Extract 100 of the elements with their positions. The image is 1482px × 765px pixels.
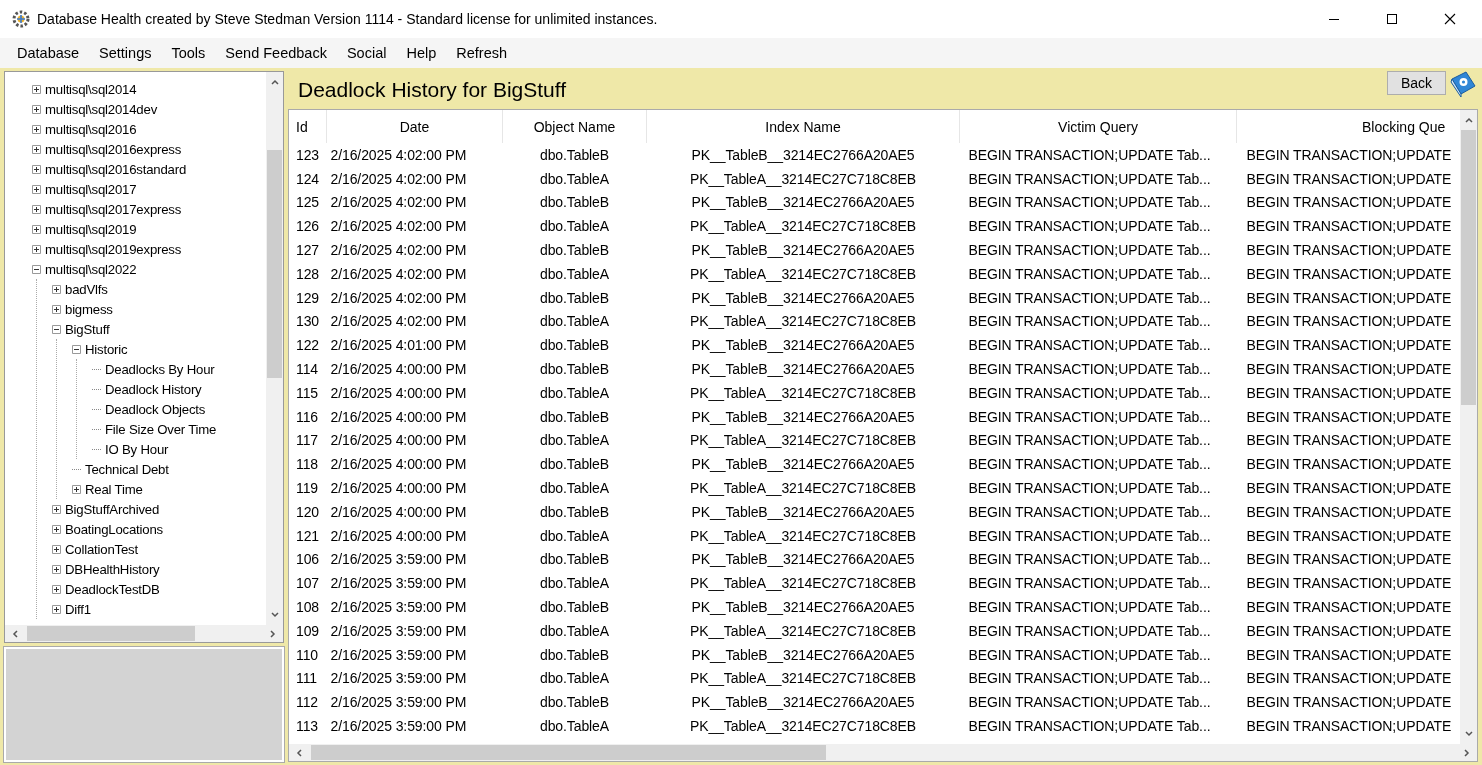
tree-item[interactable]: badVlfs: [65, 281, 108, 297]
tree-item[interactable]: Deadlock History: [105, 381, 202, 397]
menu-item[interactable]: Send Feedback: [217, 45, 335, 61]
scrollbar-thumb[interactable]: [311, 745, 826, 760]
expand-icon[interactable]: [32, 164, 41, 174]
expand-icon[interactable]: [52, 584, 61, 594]
tree-item[interactable]: BigStuff: [65, 321, 110, 337]
table-cell-text: dbo.TableB: [538, 360, 611, 380]
menu-item[interactable]: Settings: [91, 45, 160, 61]
table-cell-text: 2/16/2025 4:00:00 PM: [329, 383, 468, 403]
tree-item[interactable]: CollationTest: [65, 541, 138, 557]
table-cell-text: BEGIN TRANSACTION;UPDATE Tab...: [967, 526, 1212, 546]
help-book-icon[interactable]: [1448, 70, 1478, 100]
tree-item[interactable]: BigStuffArchived: [65, 501, 160, 517]
tree-item[interactable]: multisql\sql2014dev: [45, 101, 158, 117]
expand-icon[interactable]: [32, 184, 41, 194]
collapse-icon[interactable]: [52, 324, 61, 334]
tree-item[interactable]: multisql\sql2017: [45, 181, 137, 197]
table-cell-text: BEGIN TRANSACTION;UPDATE: [1245, 241, 1453, 261]
tree-item[interactable]: Deadlocks By Hour: [105, 361, 215, 377]
table-cell-text: BEGIN TRANSACTION;UPDATE: [1245, 550, 1453, 570]
table-cell-text: 113: [295, 717, 320, 736]
column-header[interactable]: Victim Query: [959, 110, 1237, 143]
tree-item[interactable]: DeadlockTestDB: [65, 581, 160, 597]
menu-item[interactable]: Database: [9, 45, 88, 61]
expand-icon[interactable]: [32, 204, 41, 214]
scroll-up-icon[interactable]: [269, 77, 280, 87]
menu-item[interactable]: Refresh: [448, 45, 516, 61]
table-cell-text: BEGIN TRANSACTION;UPDATE Tab...: [967, 312, 1212, 332]
column-header[interactable]: Id: [289, 110, 327, 143]
scroll-left-icon[interactable]: [10, 628, 20, 639]
table-cell-text: PK__TableA__3214EC27C718C8EB: [688, 264, 917, 284]
scroll-right-icon[interactable]: [268, 628, 278, 639]
tree-item[interactable]: Real Time: [85, 481, 143, 497]
scroll-left-icon[interactable]: [294, 747, 304, 758]
expand-icon[interactable]: [52, 304, 61, 314]
expand-icon[interactable]: [72, 484, 81, 494]
table-cell-text: 2/16/2025 4:02:00 PM: [329, 288, 468, 308]
expand-icon[interactable]: [32, 124, 41, 134]
tree-item[interactable]: multisql\sql2019express: [45, 241, 182, 257]
tree-item[interactable]: Diff1: [65, 601, 91, 617]
tree-item[interactable]: Deadlock Objects: [105, 401, 206, 417]
tree-item[interactable]: multisql\sql2016: [45, 121, 137, 137]
expand-icon[interactable]: [52, 524, 61, 534]
expand-icon[interactable]: [52, 544, 61, 554]
tree-item[interactable]: DBHealthHistory: [65, 561, 160, 577]
close-icon[interactable]: [1444, 13, 1456, 25]
scroll-down-icon[interactable]: [1463, 729, 1474, 739]
table-cell-text: 2/16/2025 4:00:00 PM: [329, 502, 468, 522]
tree-item[interactable]: multisql\sql2019: [45, 221, 137, 237]
tree-item[interactable]: Technical Debt: [85, 461, 169, 477]
column-header[interactable]: Date: [326, 110, 503, 143]
back-button[interactable]: Back: [1386, 71, 1446, 95]
scroll-right-icon[interactable]: [1462, 747, 1472, 758]
table-cell-text: dbo.TableB: [538, 550, 611, 570]
table-cell-text: PK__TableB__3214EC2766A20AE5: [690, 645, 916, 665]
maximize-icon[interactable]: [1386, 13, 1398, 25]
vertical-scrollbar[interactable]: [266, 72, 283, 625]
table-cell: BEGIN TRANSACTION;UPDATE: [1236, 143, 1460, 167]
horizontal-scrollbar[interactable]: [5, 625, 283, 642]
scrollbar-thumb[interactable]: [1461, 130, 1476, 405]
expand-icon[interactable]: [52, 604, 61, 614]
tree-item[interactable]: BoatingLocations: [65, 521, 163, 537]
tree-item[interactable]: Historic: [85, 341, 128, 357]
menu-item[interactable]: Social: [338, 45, 395, 61]
table-cell-text: BEGIN TRANSACTION;UPDATE: [1245, 193, 1453, 213]
menu-item[interactable]: Tools: [163, 45, 214, 61]
table-cell-text: 116: [295, 407, 320, 427]
expand-icon[interactable]: [32, 84, 41, 94]
expand-icon[interactable]: [32, 144, 41, 154]
tree-item[interactable]: multisql\sql2016express: [45, 141, 182, 157]
table-cell-text: 2/16/2025 3:59:00 PM: [329, 669, 468, 689]
tree-item[interactable]: multisql\sql2017express: [45, 201, 182, 217]
tree-item[interactable]: multisql\sql2014: [45, 81, 137, 97]
scroll-down-icon[interactable]: [269, 610, 280, 620]
table-cell-text: BEGIN TRANSACTION;UPDATE: [1245, 455, 1453, 475]
vertical-scrollbar[interactable]: [1460, 110, 1477, 744]
column-header[interactable]: Index Name: [646, 110, 960, 143]
expand-icon[interactable]: [32, 104, 41, 114]
expand-icon[interactable]: [52, 284, 61, 294]
table-cell: dbo.TableB: [502, 143, 647, 167]
column-header[interactable]: Object Name: [502, 110, 647, 143]
tree-item[interactable]: IO By Hour: [105, 441, 169, 457]
expand-icon[interactable]: [52, 504, 61, 514]
tree-item[interactable]: bigmess: [65, 301, 113, 317]
tree-item[interactable]: multisql\sql2022: [45, 261, 137, 277]
expand-icon[interactable]: [32, 244, 41, 254]
scrollbar-thumb[interactable]: [27, 626, 195, 641]
scroll-up-icon[interactable]: [1463, 115, 1474, 125]
collapse-icon[interactable]: [32, 264, 41, 274]
expand-icon[interactable]: [32, 224, 41, 234]
tree-item[interactable]: multisql\sql2016standard: [45, 161, 187, 177]
menu-item[interactable]: Help: [398, 45, 445, 61]
horizontal-scrollbar[interactable]: [289, 744, 1477, 761]
column-header[interactable]: Blocking Que: [1236, 110, 1460, 143]
table-cell-text: dbo.TableA: [538, 169, 611, 189]
expand-icon[interactable]: [52, 564, 61, 574]
tree-item[interactable]: File Size Over Time: [105, 421, 217, 437]
collapse-icon[interactable]: [72, 344, 81, 354]
scrollbar-thumb[interactable]: [267, 150, 282, 378]
